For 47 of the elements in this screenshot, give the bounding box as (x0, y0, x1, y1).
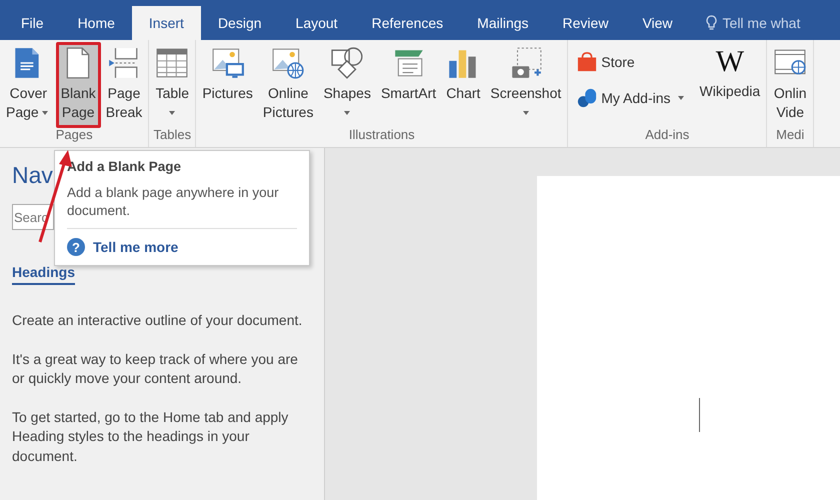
pane-title: Nav (12, 162, 53, 190)
lightbulb-icon (706, 15, 717, 31)
ribbon-tab[interactable]: Review (546, 6, 626, 40)
ribbon-button[interactable]: Onlin Vide (770, 44, 810, 126)
tell-me-field[interactable]: Tell me what (722, 15, 800, 31)
group-label: Add-ins (644, 126, 690, 144)
ribbon-tab[interactable]: Home (60, 6, 132, 40)
group-label: Medi (775, 126, 806, 144)
group-label: Pages (54, 126, 94, 144)
ribbon-button[interactable]: My Add-ins (575, 86, 688, 110)
ribbon-tab[interactable]: View (625, 6, 690, 40)
ribbon-button[interactable]: Online Pictures (260, 44, 316, 126)
ribbon-button[interactable]: Blank Page (58, 44, 99, 126)
add-ins-icon (577, 88, 598, 108)
shopping-bag-icon (577, 52, 598, 72)
picture-icon (210, 46, 245, 80)
help-icon: ? (67, 238, 85, 256)
globe-picture-icon (271, 46, 306, 80)
ribbon-button[interactable]: Pictures (199, 44, 256, 126)
ribbon-button[interactable]: SmartArt (378, 44, 440, 126)
ribbon-tab[interactable]: Mailings (460, 6, 546, 40)
ribbon-tab[interactable]: Design (200, 6, 279, 40)
tooltip-text: Add a blank page anywhere in your document. (67, 184, 297, 229)
ribbon-tab[interactable]: Insert (132, 6, 201, 40)
ribbon-tab[interactable]: File (4, 6, 61, 40)
ribbon-button[interactable]: Shapes (320, 44, 374, 126)
shapes-icon (330, 46, 364, 80)
help-text: Create an interactive outline of your document. (12, 311, 304, 330)
ribbon-button[interactable]: Store (575, 50, 688, 74)
ribbon-button[interactable]: Table (152, 44, 192, 126)
group-label: Illustrations (348, 126, 416, 144)
help-text: It's a great way to keep track of where you are or quickly move your content around. (12, 350, 299, 388)
ribbon-tab[interactable]: Layout (278, 6, 355, 40)
ribbon-button[interactable]: Screenshot (487, 44, 564, 126)
group-label: Tables (152, 126, 192, 144)
search-field[interactable]: Searc (12, 204, 54, 230)
ribbon-button[interactable]: Cover Page (3, 44, 54, 126)
ribbon-button[interactable]: W Wikipedia (696, 44, 764, 126)
table-icon (155, 46, 190, 80)
tooltip-title: Add a Blank Page (67, 159, 182, 174)
tell-me-more-link[interactable]: Tell me more (93, 239, 178, 255)
ribbon-tab[interactable]: References (354, 6, 460, 40)
text-cursor (699, 398, 700, 432)
ribbon-button[interactable]: Chart (443, 44, 484, 126)
help-text: To get started, go to the Home tab and apply Heading styles to the headings in your document. (12, 408, 290, 466)
wikipedia-logo: W (716, 46, 744, 78)
ribbon-button[interactable]: Page Break (102, 44, 146, 126)
